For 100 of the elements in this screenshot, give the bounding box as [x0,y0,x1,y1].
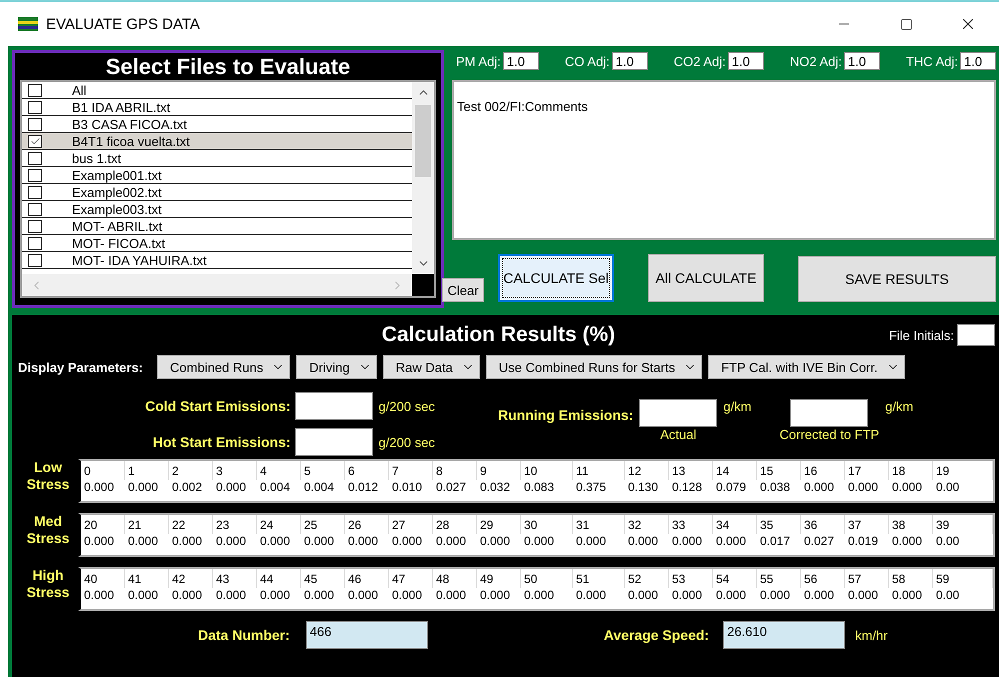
maximize-icon[interactable] [900,18,912,30]
bin-value: 0.000 [128,534,160,548]
bin-value: 0.375 [576,480,608,494]
bin-number: 9 [480,461,521,480]
bin-value: 0.000 [576,534,608,548]
checkbox[interactable] [28,118,42,130]
bin-number: 43 [216,569,257,588]
bin-value: 0.000 [804,588,836,602]
bin-value: 0.000 [760,588,792,602]
file-item[interactable]: B4T1 ficoa vuelta.txt [22,133,412,150]
average-speed-field[interactable]: 26.610 [723,621,846,649]
comments-field[interactable]: Test 002/FI:Comments [452,80,996,240]
parameter-dropdown[interactable]: FTP Cal. with IVE Bin Corr. [708,355,905,379]
parameter-dropdown[interactable]: Combined Runs [157,355,290,379]
bin-value: 0.012 [348,480,380,494]
bin-number: 15 [760,461,801,480]
checkbox[interactable] [28,100,42,114]
corrected-unit: g/km [885,399,914,414]
bin-value: 0.000 [348,588,380,602]
checkbox[interactable] [28,84,42,96]
checkbox[interactable] [28,236,42,250]
file-item[interactable]: B1 IDA ABRIL.txt [22,99,412,116]
clear-button[interactable]: Clear [442,278,484,302]
stress-label: High Stress [26,567,70,602]
file-item[interactable]: MOT- IDA YAHUIRA.txt [22,252,412,269]
adjustment-field[interactable]: 1.0 [960,52,996,70]
bin-value: 0.000 [392,588,424,602]
bin-number: 46 [348,569,389,588]
file-item[interactable]: MOT- FICOA.txt [22,235,412,252]
bin-value: 0.004 [260,480,292,494]
file-item[interactable]: Example002.txt [22,184,412,201]
bin-value: 0.000 [128,480,160,494]
check-icon [30,136,40,146]
bin-value: 0.000 [260,588,292,602]
hot-start-unit: g/200 sec [378,434,436,450]
bin-number: 32 [628,515,669,534]
bin-number: 41 [128,569,169,588]
bin-number: 40 [84,569,125,588]
average-speed-label: Average Speed: [604,627,710,643]
bin-number: 57 [848,569,889,588]
checkbox[interactable] [28,220,42,232]
checkbox[interactable] [28,202,42,216]
adjustment-field[interactable]: 1.0 [728,52,764,70]
bin-number: 8 [436,461,477,480]
checkbox[interactable] [28,134,42,148]
file-item[interactable]: B3 CASA FICOA.txt [22,116,412,133]
running-emissions-label: Running Emissions: [498,407,634,423]
actual-unit: g/km [723,399,752,414]
actual-caption: Actual [660,427,696,442]
bin-number: 12 [628,461,669,480]
action-button[interactable]: All CALCULATE [648,254,764,302]
bin-value: 0.000 [672,588,704,602]
bin-value: 0.000 [628,588,660,602]
running-corrected-field[interactable] [790,399,868,427]
bin-value: 0.004 [304,480,336,494]
adjustment-field[interactable]: 1.0 [844,52,880,70]
app-icon [18,17,38,31]
bin-value: 0.079 [716,480,748,494]
adjustment-field[interactable]: 1.0 [612,52,648,70]
corrected-caption: Corrected to FTP [780,427,880,442]
file-item[interactable]: MOT- ABRIL.txt [22,218,412,235]
data-number-field[interactable]: 466 [306,621,428,649]
bin-number: 20 [84,515,125,534]
bin-number: 25 [304,515,345,534]
vertical-scrollbar[interactable] [412,82,434,274]
adjustment-label: NO2 Adj: [790,54,842,68]
file-item[interactable]: bus 1.txt [22,150,412,167]
bin-number: 53 [672,569,713,588]
hot-start-field[interactable] [294,428,373,456]
checkbox[interactable] [28,254,42,266]
parameter-dropdown[interactable]: Driving [296,355,377,379]
adjustment-label: CO Adj: [564,54,610,68]
action-button[interactable]: SAVE RESULTS [798,256,996,302]
checkbox[interactable] [28,152,42,164]
parameter-dropdown[interactable]: Raw Data [382,355,480,379]
bin-number: 24 [260,515,301,534]
file-item[interactable]: All [22,82,412,99]
adjustment-label: THC Adj: [906,54,958,68]
file-initials-field[interactable] [957,324,995,346]
bin-number: 18 [892,461,933,480]
adjustment-field[interactable]: 1.0 [502,52,539,70]
file-item[interactable]: Example003.txt [22,201,412,218]
bin-number: 35 [760,515,801,534]
file-item[interactable]: Example001.txt [22,167,412,184]
bin-value: 0.000 [892,588,924,602]
bin-number: 3 [216,461,257,480]
cold-start-field[interactable] [294,392,373,420]
action-button[interactable]: CALCULATE Sel [498,254,614,302]
data-number-label: Data Number: [198,627,290,643]
checkbox[interactable] [28,168,42,182]
bin-value: 0.000 [84,480,116,494]
checkbox[interactable] [28,186,42,198]
running-actual-field[interactable] [639,399,718,427]
bin-number: 50 [524,569,573,588]
display-parameters-label: Display Parameters: [18,360,144,374]
bin-number: 0 [84,461,125,480]
parameter-dropdown[interactable]: Use Combined Runs for Starts [486,355,702,379]
bin-value: 0.000 [216,480,248,494]
file-initials-label: File Initials: [888,328,954,342]
bin-value: 0.000 [172,534,204,548]
